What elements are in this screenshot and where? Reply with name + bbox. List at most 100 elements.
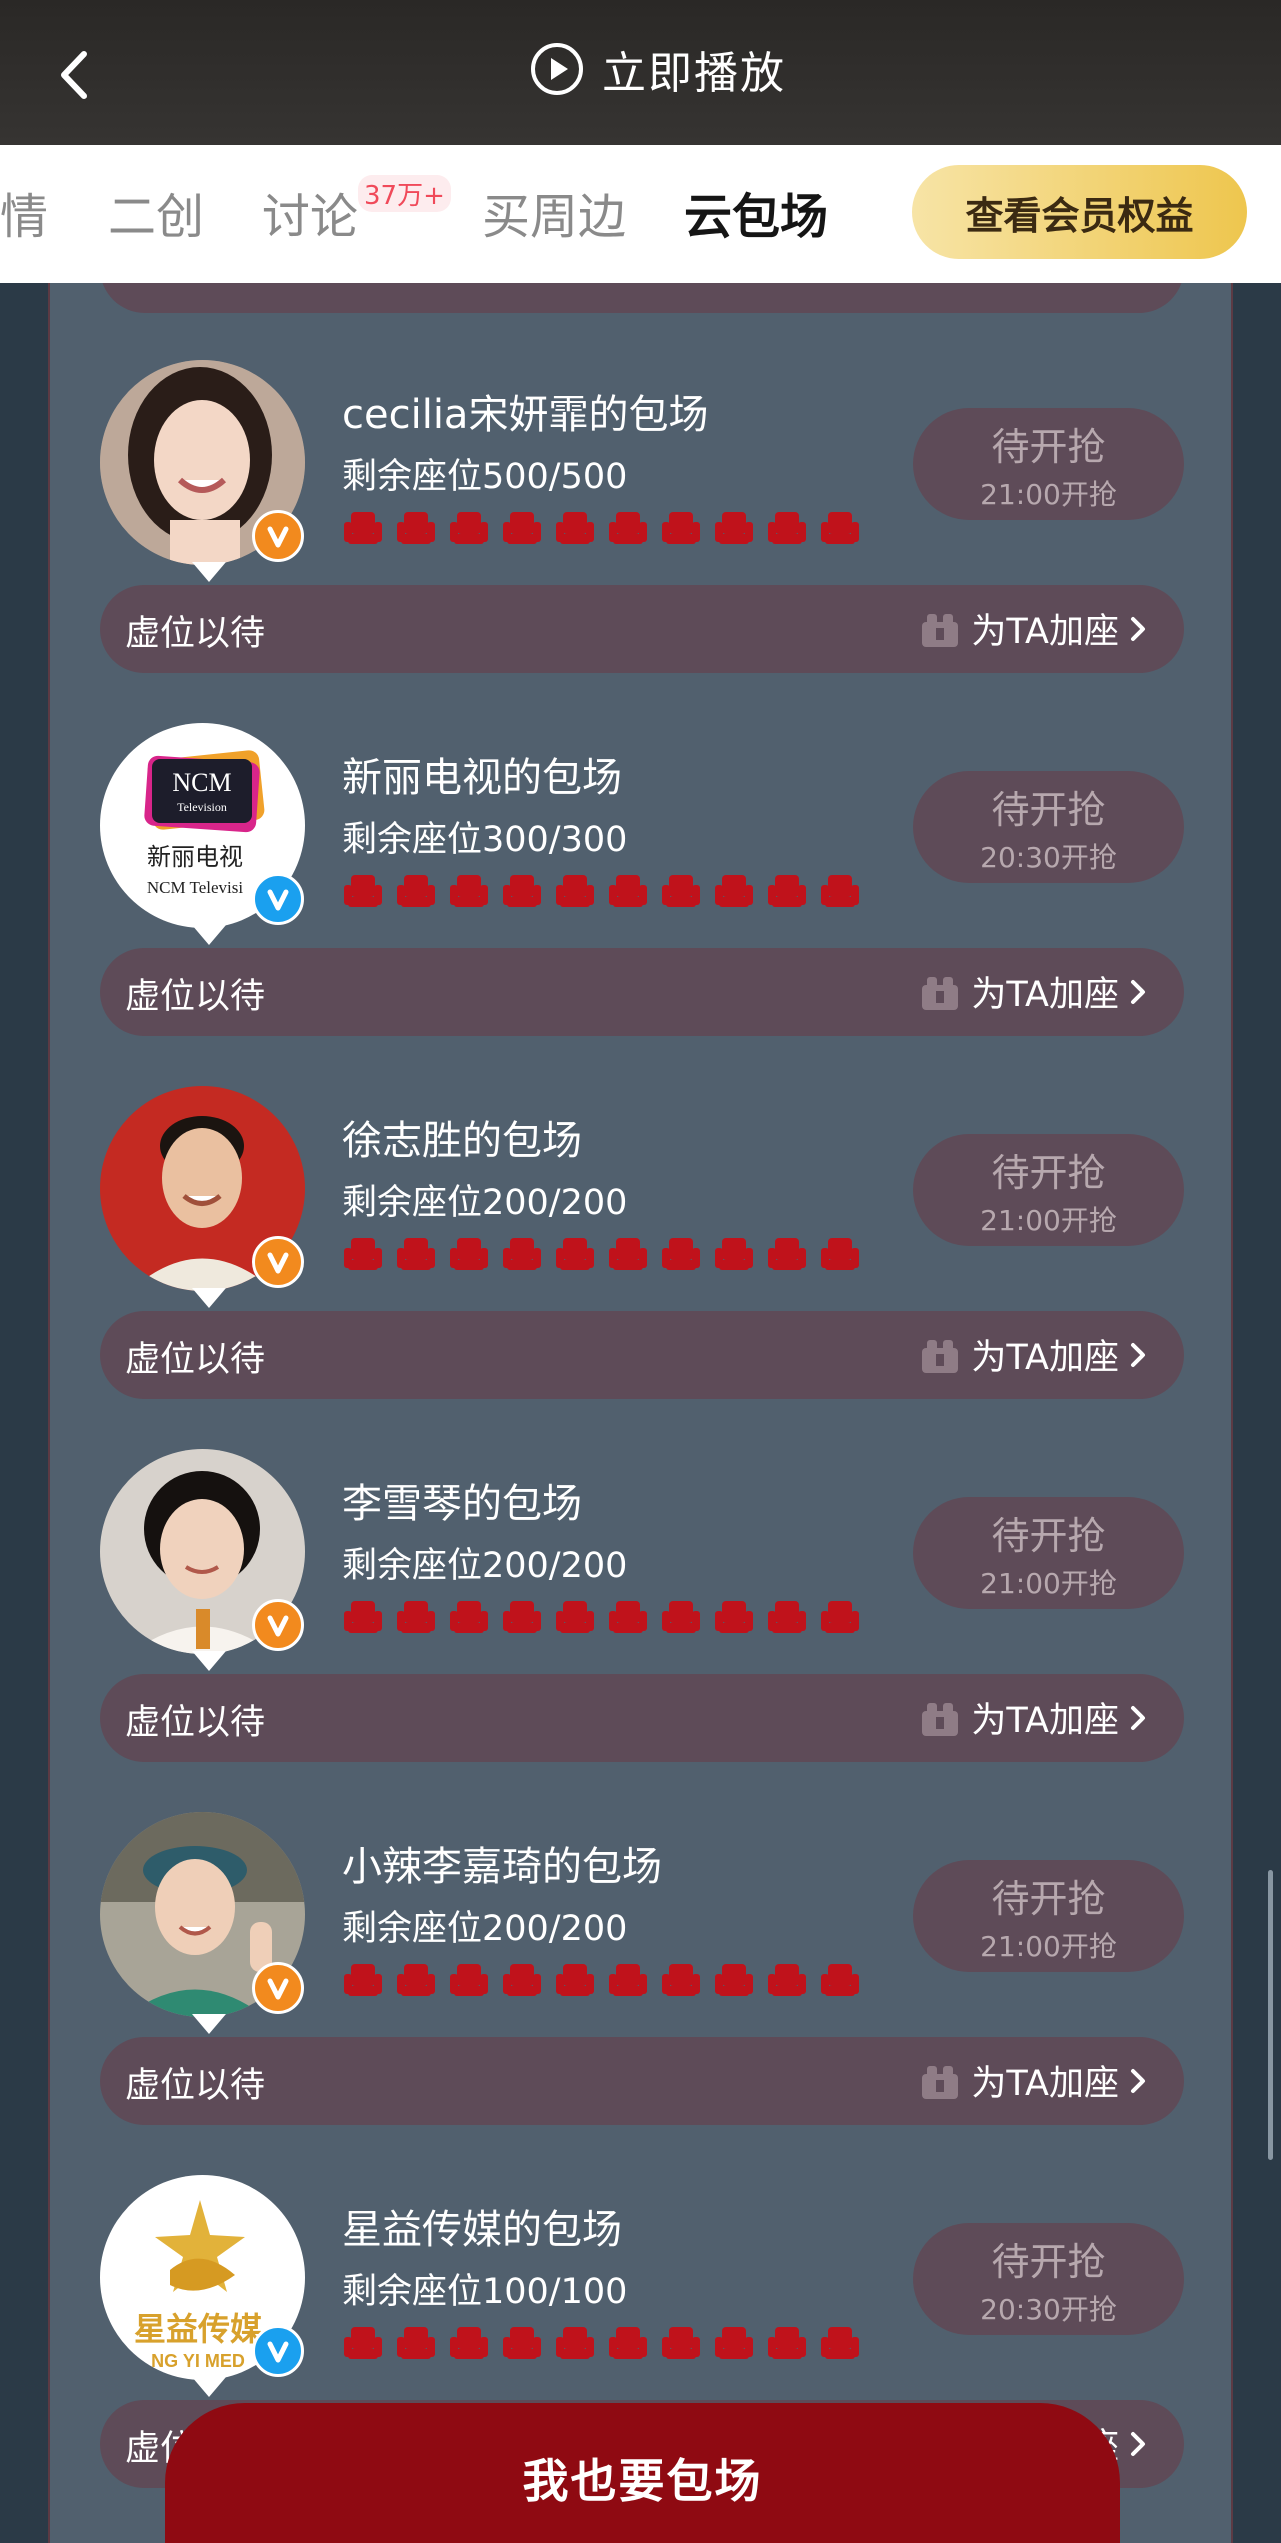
seat-icon <box>821 1238 859 1270</box>
add-seat-bar[interactable]: 虚位以待 为TA加座 <box>100 1311 1184 1399</box>
remaining-seats: 剩余座位200/200 <box>342 1183 628 1223</box>
grab-start-time: 21:00开抢 <box>980 1203 1117 1237</box>
chevron-right-icon <box>1131 616 1145 641</box>
scrollbar[interactable] <box>1268 1870 1273 2160</box>
seat-icons-row <box>342 1236 872 1276</box>
seat-icon <box>503 1601 541 1633</box>
seat-icons-row <box>342 510 872 550</box>
tab-discussion[interactable]: 讨论 <box>262 177 358 247</box>
avatar-pointer <box>192 2377 226 2397</box>
seat-icon <box>662 875 700 907</box>
book-theater-button[interactable]: 我也要包场 <box>165 2403 1120 2543</box>
booking-title: cecilia宋妍霏的包场 <box>342 392 709 438</box>
booking-list-panel: cecilia宋妍霏的包场 剩余座位500/500 待开抢 21:00开抢 虚位… <box>48 283 1233 2543</box>
remaining-seats: 剩余座位200/200 <box>342 1909 628 1949</box>
seat-icon <box>662 2327 700 2359</box>
tab-cloud-booking[interactable]: 云包场 <box>684 177 828 247</box>
top-bar: 立即播放 <box>0 0 1281 145</box>
grab-seat-button[interactable]: 待开抢 21:00开抢 <box>913 1134 1184 1246</box>
add-seat-label: 为TA加座 <box>971 1338 1119 1378</box>
booking-card: 小辣李嘉琦的包场 剩余座位200/200 待开抢 21:00开抢 虚位以待 为T… <box>50 1812 1231 2174</box>
seat-icon <box>609 512 647 544</box>
add-seat-label: 为TA加座 <box>971 975 1119 1015</box>
grab-start-time: 20:30开抢 <box>980 2292 1117 2326</box>
play-circle-icon <box>531 43 583 95</box>
booking-title: 徐志胜的包场 <box>342 1118 582 1164</box>
booking-title: 新丽电视的包场 <box>342 755 622 801</box>
grab-status-label: 待开抢 <box>991 1876 1106 1921</box>
seat-icon <box>344 875 382 907</box>
seat-icon <box>821 2327 859 2359</box>
book-theater-label: 我也要包场 <box>522 2454 763 2508</box>
add-seat-for-ta-link[interactable]: 为TA加座 <box>919 2055 1149 2106</box>
grab-start-time: 21:00开抢 <box>980 1566 1117 1600</box>
seat-icon <box>503 2327 541 2359</box>
seat-icon <box>715 1238 753 1270</box>
seat-icons-row <box>342 873 872 913</box>
remaining-seats: 剩余座位100/100 <box>342 2272 628 2312</box>
grab-seat-button[interactable]: 待开抢 21:00开抢 <box>913 408 1184 520</box>
grab-seat-button[interactable]: 待开抢 20:30开抢 <box>913 771 1184 883</box>
gift-box-icon <box>922 976 959 1010</box>
tab-detail[interactable]: 情 <box>0 177 48 247</box>
add-seat-for-ta-link[interactable]: 为TA加座 <box>919 603 1149 654</box>
seat-icon <box>556 875 594 907</box>
chevron-right-icon <box>1131 2068 1145 2093</box>
seat-icon <box>821 875 859 907</box>
seat-icon <box>609 875 647 907</box>
gift-box-icon <box>922 2065 959 2099</box>
remaining-seats: 剩余座位300/300 <box>342 820 628 860</box>
avatar-pointer <box>192 1288 226 1308</box>
add-seat-bar[interactable]: 虚位以待 为TA加座 <box>100 948 1184 1036</box>
previous-card-add-seat-bar[interactable] <box>100 283 1184 313</box>
seat-icon <box>609 2327 647 2359</box>
grab-start-time: 21:00开抢 <box>980 477 1117 511</box>
booking-title: 星益传媒的包场 <box>342 2207 622 2253</box>
grab-status-label: 待开抢 <box>991 1513 1106 1558</box>
seat-icon <box>556 1601 594 1633</box>
grab-seat-button[interactable]: 待开抢 20:30开抢 <box>913 2223 1184 2335</box>
grab-status-label: 待开抢 <box>991 2239 1106 2284</box>
add-seat-label: 为TA加座 <box>971 612 1119 652</box>
seat-icon <box>344 1238 382 1270</box>
grab-seat-button[interactable]: 待开抢 21:00开抢 <box>913 1497 1184 1609</box>
seat-icon <box>397 1238 435 1270</box>
tab-merch[interactable]: 买周边 <box>482 177 626 247</box>
gift-box-icon <box>922 613 959 647</box>
add-seat-for-ta-link[interactable]: 为TA加座 <box>919 1692 1149 1743</box>
seat-icon <box>450 1601 488 1633</box>
add-seat-for-ta-link[interactable]: 为TA加座 <box>919 966 1149 1017</box>
vacancy-label: 虚位以待 <box>125 1703 266 1743</box>
add-seat-bar[interactable]: 虚位以待 为TA加座 <box>100 1674 1184 1762</box>
tab-remix[interactable]: 二创 <box>108 177 204 247</box>
view-vip-benefits-button[interactable]: 查看会员权益 <box>912 165 1247 259</box>
seat-icon <box>768 2327 806 2359</box>
svg-text:星益传媒: 星益传媒 <box>134 2310 263 2348</box>
seat-icon <box>450 875 488 907</box>
seat-icon <box>397 2327 435 2359</box>
grab-status-label: 待开抢 <box>991 1150 1106 1195</box>
seat-icon <box>821 1601 859 1633</box>
seat-icons-row <box>342 1599 872 1639</box>
booking-card: 徐志胜的包场 剩余座位200/200 待开抢 21:00开抢 虚位以待 为TA加… <box>50 1086 1231 1448</box>
seat-icon <box>715 2327 753 2359</box>
add-seat-bar[interactable]: 虚位以待 为TA加座 <box>100 2037 1184 2125</box>
grab-status-label: 待开抢 <box>991 424 1106 469</box>
play-now-button[interactable]: 立即播放 <box>530 36 786 102</box>
seat-icon <box>715 512 753 544</box>
seat-icon <box>397 512 435 544</box>
chevron-left-icon <box>61 51 87 99</box>
seat-icon <box>662 1601 700 1633</box>
grab-seat-button[interactable]: 待开抢 21:00开抢 <box>913 1860 1184 1972</box>
seat-icon <box>344 1601 382 1633</box>
verified-v-icon <box>252 1236 304 1288</box>
seat-icon <box>556 1238 594 1270</box>
add-seat-for-ta-link[interactable]: 为TA加座 <box>919 1329 1149 1380</box>
remaining-seats: 剩余座位200/200 <box>342 1546 628 1586</box>
add-seat-bar[interactable]: 虚位以待 为TA加座 <box>100 585 1184 673</box>
tab-bar: 情 二创 讨论 37万+ 买周边 云包场 查看会员权益 <box>0 145 1281 283</box>
chevron-right-icon <box>1131 1342 1145 1367</box>
seat-icon <box>609 1964 647 1996</box>
play-now-label: 立即播放 <box>602 48 786 99</box>
back-button[interactable] <box>50 40 100 110</box>
